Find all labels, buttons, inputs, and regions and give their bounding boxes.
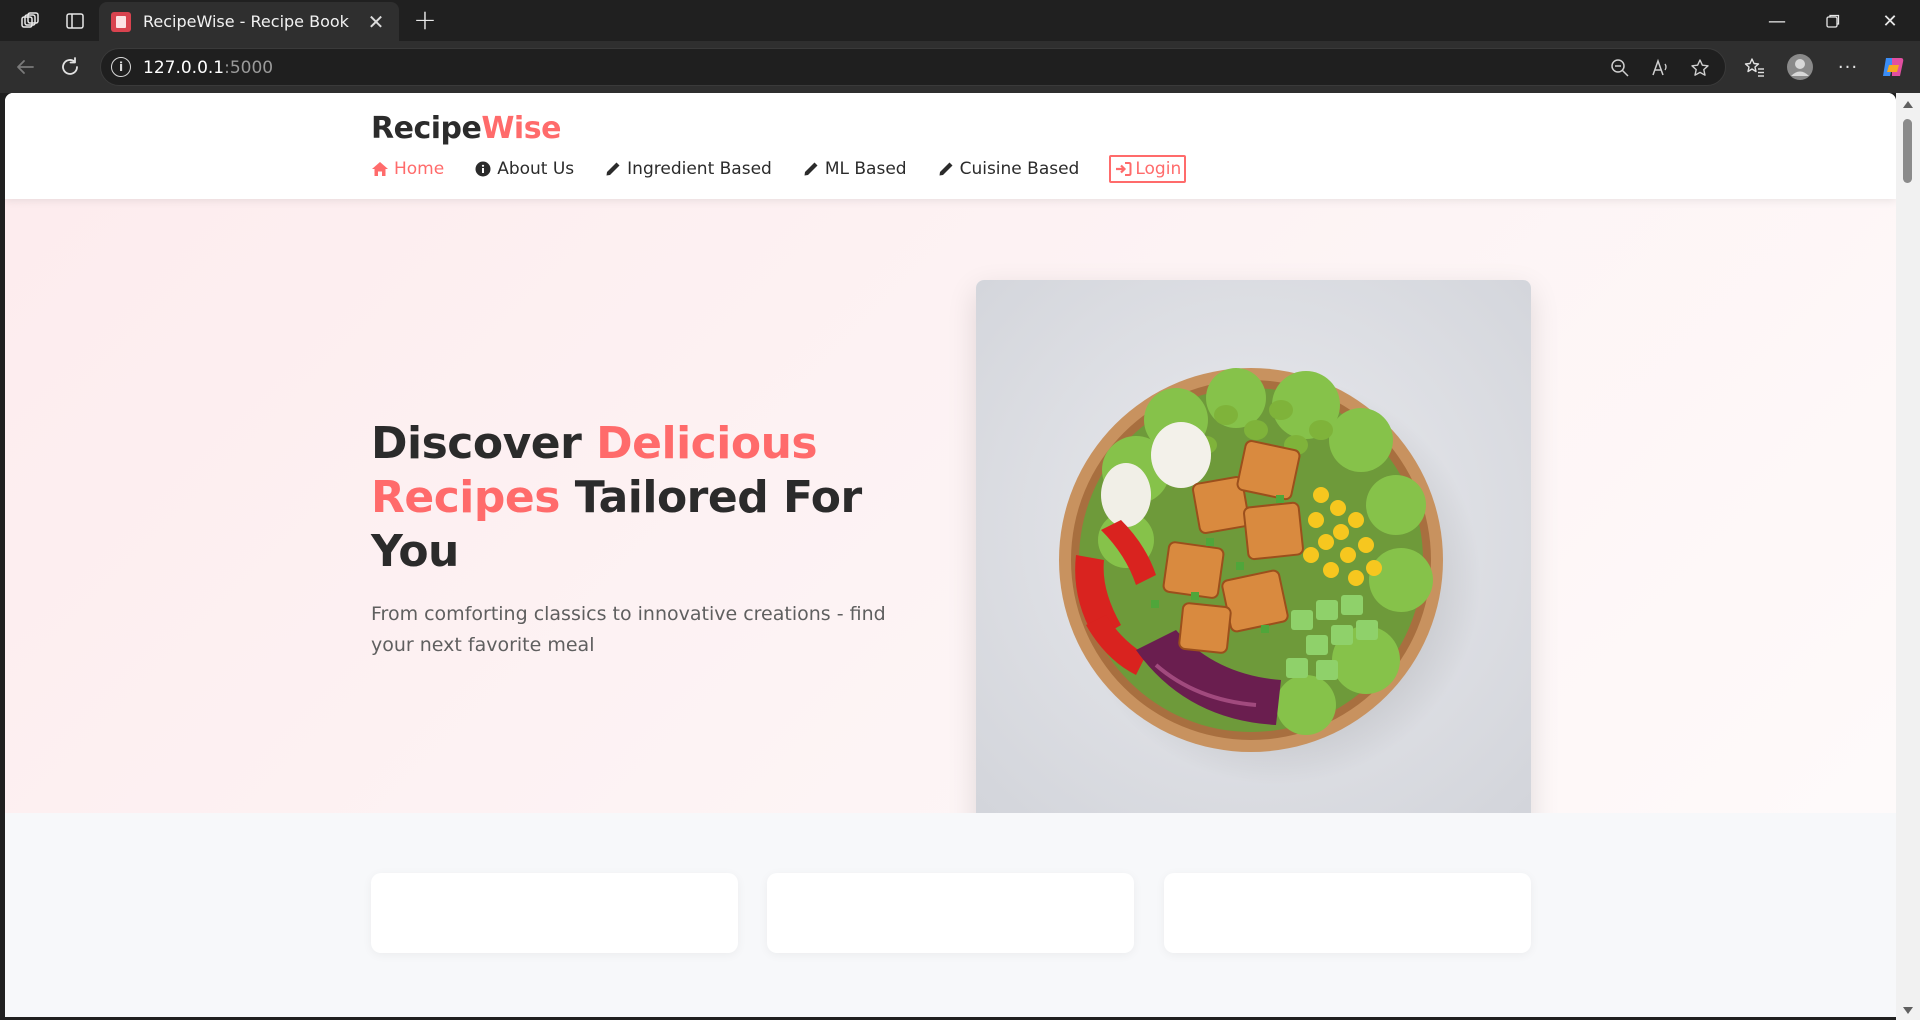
workspaces-icon[interactable] bbox=[17, 8, 43, 34]
nav-label: About Us bbox=[497, 159, 575, 179]
favorite-star-icon[interactable] bbox=[1689, 57, 1711, 79]
close-window-button[interactable]: ✕ bbox=[1870, 6, 1910, 36]
login-label: Login bbox=[1135, 159, 1182, 179]
profile-avatar-icon[interactable] bbox=[1786, 53, 1814, 81]
site-info-icon[interactable]: i bbox=[111, 57, 131, 77]
nav-item-cuisine-based[interactable]: Cuisine Based bbox=[937, 159, 1080, 179]
feature-card[interactable] bbox=[1164, 873, 1531, 953]
read-aloud-icon[interactable] bbox=[1649, 57, 1671, 79]
tab-title: RecipeWise - Recipe Book bbox=[143, 12, 349, 31]
nav-label: ML Based bbox=[824, 159, 907, 179]
feature-card[interactable] bbox=[371, 873, 738, 953]
back-icon[interactable] bbox=[11, 53, 39, 81]
vertical-tabs-icon[interactable] bbox=[62, 8, 88, 34]
address-url[interactable]: 127.0.0.1:5000 bbox=[143, 58, 273, 78]
browser-tab-active[interactable]: RecipeWise - Recipe Book ✕ bbox=[99, 2, 399, 41]
pencil-icon bbox=[802, 160, 820, 178]
page-scrollbar[interactable] bbox=[1896, 93, 1920, 1020]
nav-item-about[interactable]: About Us bbox=[474, 159, 574, 179]
nav-label: Ingredient Based bbox=[627, 159, 772, 179]
feature-card[interactable] bbox=[767, 873, 1134, 953]
pencil-icon bbox=[937, 160, 955, 178]
minimize-button[interactable]: — bbox=[1757, 6, 1797, 36]
new-tab-button[interactable]: + bbox=[410, 6, 440, 36]
nav-label: Home bbox=[394, 159, 445, 179]
copilot-icon[interactable] bbox=[1879, 53, 1907, 81]
nav-item-ml-based[interactable]: ML Based bbox=[802, 159, 907, 179]
scroll-thumb[interactable] bbox=[1903, 119, 1912, 183]
info-icon bbox=[474, 160, 492, 178]
site-header: RecipeWise Home About Us Ingredient Base… bbox=[5, 93, 1896, 199]
scroll-down-icon[interactable] bbox=[1903, 1007, 1913, 1014]
pencil-icon bbox=[604, 160, 622, 178]
main-nav: Home About Us Ingredient Based ML Based bbox=[371, 155, 1187, 183]
nav-item-ingredient-based[interactable]: Ingredient Based bbox=[604, 159, 772, 179]
home-icon bbox=[371, 160, 389, 178]
restore-button[interactable] bbox=[1813, 6, 1853, 36]
brand-logo[interactable]: RecipeWise bbox=[371, 111, 561, 146]
hero-section: Discover Delicious Recipes Tailored For … bbox=[5, 199, 1896, 843]
web-page: RecipeWise Home About Us Ingredient Base… bbox=[5, 93, 1896, 1017]
tab-close-icon[interactable]: ✕ bbox=[365, 10, 387, 34]
refresh-icon[interactable] bbox=[56, 53, 84, 81]
nav-item-home[interactable]: Home bbox=[371, 159, 444, 179]
hero-title: Discover Delicious Recipes Tailored For … bbox=[371, 418, 862, 577]
more-menu-icon[interactable]: ··· bbox=[1834, 53, 1862, 81]
hero-subtitle: From comforting classics to innovative c… bbox=[371, 603, 886, 656]
browser-tab-bar: RecipeWise - Recipe Book ✕ + — ✕ bbox=[0, 0, 1920, 41]
nav-label: Cuisine Based bbox=[959, 159, 1080, 179]
favicon-icon bbox=[111, 11, 131, 32]
favorites-icon[interactable] bbox=[1741, 53, 1769, 81]
login-button[interactable]: Login bbox=[1109, 155, 1187, 183]
zoom-out-icon[interactable] bbox=[1609, 57, 1631, 79]
sign-in-icon bbox=[1114, 160, 1132, 178]
scroll-up-icon[interactable] bbox=[1903, 101, 1913, 108]
browser-toolbar: i 127.0.0.1:5000 ··· bbox=[0, 41, 1920, 93]
features-section bbox=[5, 813, 1896, 1017]
salad-bowl-image bbox=[976, 280, 1531, 843]
address-bar[interactable]: i 127.0.0.1:5000 bbox=[100, 48, 1726, 86]
